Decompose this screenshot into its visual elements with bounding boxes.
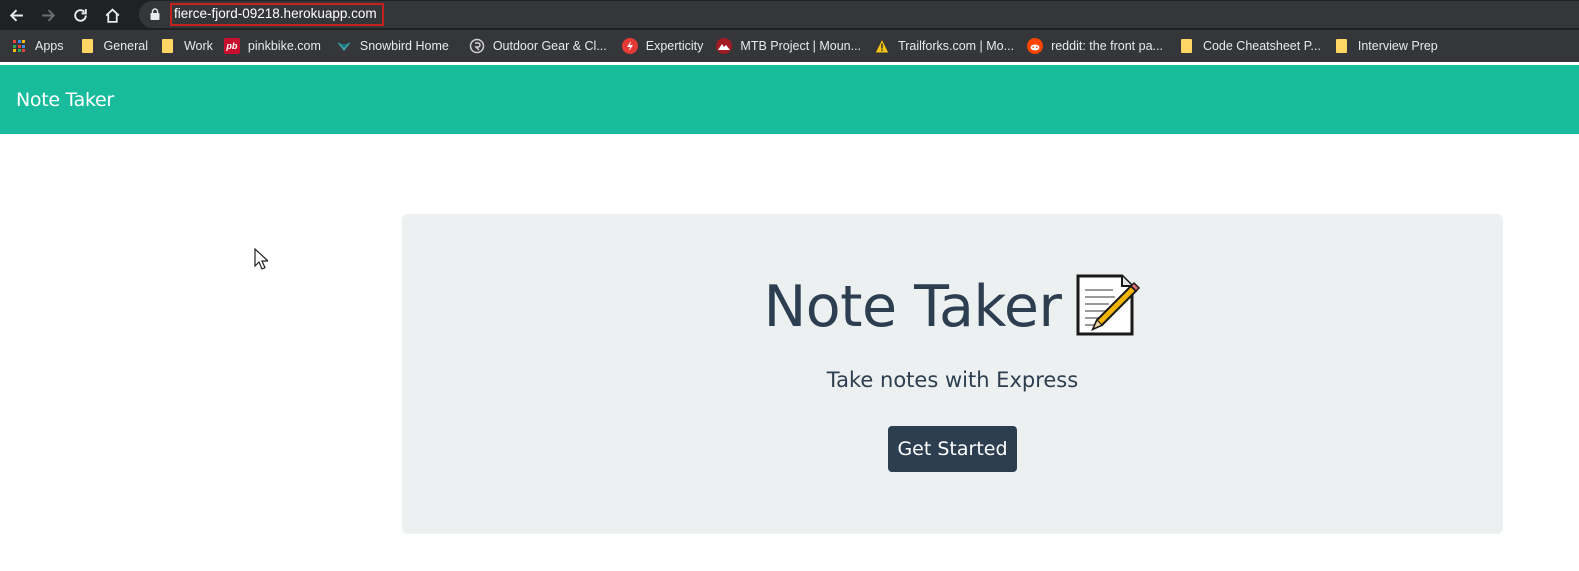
get-started-button[interactable]: Get Started <box>888 426 1017 472</box>
lock-icon <box>150 7 160 20</box>
bookmark-label: MTB Project | Moun... <box>740 39 862 53</box>
bookmark-label: Apps <box>35 39 64 53</box>
experticity-icon <box>621 38 638 54</box>
home-icon <box>105 7 119 23</box>
jumbotron: Note Taker Take notes with Express Get S… <box>402 214 1503 534</box>
folder-icon <box>81 39 93 53</box>
url-text[interactable]: fierce-fjord-09218.herokuapp.com <box>170 3 384 26</box>
browser-toolbar: fierce-fjord-09218.herokuapp.com <box>0 0 1579 30</box>
bookmark-label: Experticity <box>645 39 704 53</box>
reddit-icon <box>1027 38 1044 54</box>
bookmark-code-cheatsheet[interactable]: Code Cheatsheet P... <box>1176 33 1328 59</box>
apps-grid-icon <box>13 40 25 52</box>
bookmark-trailforks[interactable]: Trailforks.com | Mo... <box>871 33 1021 59</box>
bookmark-reddit[interactable]: reddit: the front pa... <box>1024 33 1170 59</box>
bookmark-mtb-project[interactable]: MTB Project | Moun... <box>713 33 868 59</box>
pinkbike-icon: pb <box>223 38 240 54</box>
home-button[interactable] <box>96 0 128 30</box>
bookmark-work[interactable]: Work <box>157 33 220 59</box>
outdoor-gear-icon <box>469 38 485 54</box>
bookmark-label: Code Cheatsheet P... <box>1202 39 1321 53</box>
bookmark-pinkbike[interactable]: pb pinkbike.com <box>221 33 328 59</box>
bookmark-label: reddit: the front pa... <box>1051 39 1163 53</box>
bookmark-label: Outdoor Gear & Cl... <box>492 39 607 53</box>
bookmark-label: Snowbird Home <box>359 39 449 53</box>
bookmark-general[interactable]: General <box>77 33 155 59</box>
trailforks-icon <box>874 38 890 54</box>
folder-icon <box>161 39 173 53</box>
bookmark-label: pinkbike.com <box>247 39 321 53</box>
memo-icon <box>1076 274 1141 336</box>
bookmark-snowbird[interactable]: Snowbird Home <box>333 33 456 59</box>
mtb-project-icon <box>716 38 733 54</box>
bookmark-apps[interactable]: Apps <box>10 33 71 59</box>
page-title-text: Note Taker <box>763 274 1062 340</box>
bookmark-label: Trailforks.com | Mo... <box>898 39 1015 53</box>
forward-arrow-icon <box>41 9 55 21</box>
forward-button[interactable] <box>32 0 64 30</box>
folder-icon <box>1180 39 1192 53</box>
back-button[interactable] <box>0 0 32 30</box>
bookmark-label: Work <box>183 39 213 53</box>
back-arrow-icon <box>9 9 23 21</box>
bookmark-outdoor-gear[interactable]: Outdoor Gear & Cl... <box>466 33 614 59</box>
bookmark-experticity[interactable]: Experticity <box>619 33 711 59</box>
address-bar[interactable]: fierce-fjord-09218.herokuapp.com <box>139 1 1579 28</box>
page-subtitle: Take notes with Express <box>826 368 1079 392</box>
navbar-brand[interactable]: Note Taker <box>16 89 114 111</box>
reload-button[interactable] <box>64 0 96 30</box>
folder-icon <box>1335 39 1347 53</box>
bookmark-label: General <box>103 39 148 53</box>
bookmarks-bar: Apps General Work pb pinkbike.com Snowbi… <box>0 30 1579 62</box>
app-navbar: Note Taker <box>0 65 1579 134</box>
reload-icon <box>73 8 87 22</box>
mouse-cursor-icon <box>254 248 268 270</box>
bookmark-interview-prep[interactable]: Interview Prep <box>1331 33 1445 59</box>
page-title: Note Taker <box>402 274 1503 340</box>
bookmark-label: Interview Prep <box>1357 39 1438 53</box>
snowbird-icon <box>336 42 351 51</box>
